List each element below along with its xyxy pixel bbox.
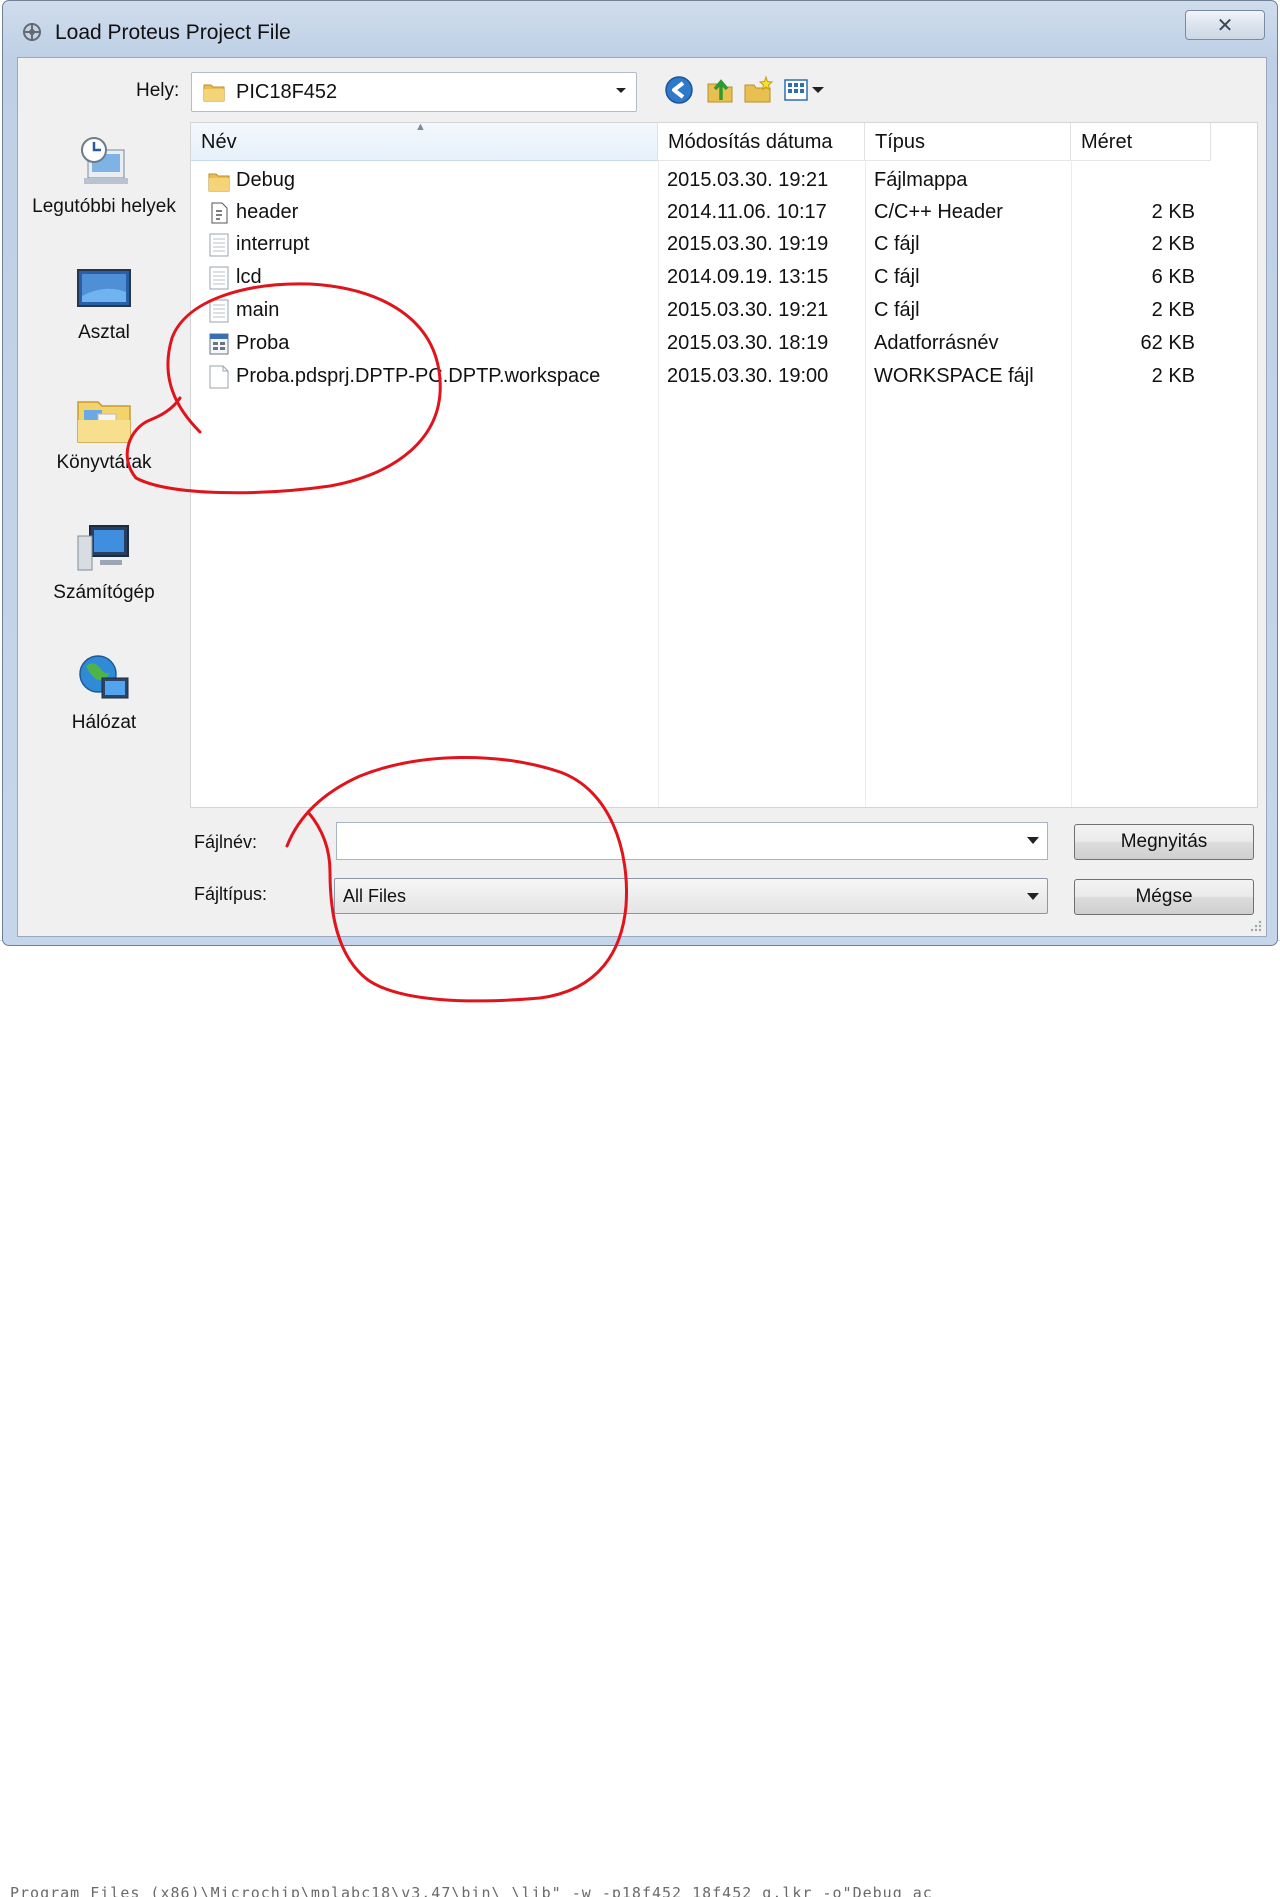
text-file-icon [209, 266, 229, 290]
file-name: main [236, 299, 280, 321]
file-name: Proba [236, 332, 290, 354]
file-date: 2015.03.30. 19:00 [667, 365, 829, 387]
column-name-label: Név [201, 131, 237, 153]
background-code-line: Program Files (x86)\Microchip\mplabc18\v… [10, 1884, 933, 1897]
file-date: 2014.11.06. 10:17 [667, 201, 827, 223]
title-bar[interactable]: Load Proteus Project File ✕ [3, 1, 1277, 57]
file-name: interrupt [236, 233, 310, 255]
desktop-icon [77, 269, 131, 307]
file-date: 2015.03.30. 19:19 [667, 233, 829, 255]
chevron-down-icon [616, 88, 626, 93]
column-header-type[interactable]: Típus [865, 123, 1071, 161]
file-date: 2015.03.30. 18:19 [667, 332, 829, 354]
up-folder-icon[interactable] [704, 74, 736, 106]
place-recent[interactable]: Legutóbbi helyek [18, 132, 190, 220]
file-type: C fájl [874, 233, 920, 255]
back-arrow-icon[interactable] [663, 74, 695, 106]
file-size: 2 KB [1151, 365, 1195, 387]
place-network[interactable]: Hálózat [18, 650, 190, 736]
place-label: Számítógép [53, 582, 155, 603]
dialog-client-area: Hely: PIC18F452 Legutóbbi helyek Asztal … [17, 57, 1267, 937]
place-label: Asztal [78, 322, 130, 343]
file-row[interactable]: header 2014.11.06. 10:17 C/C++ Header 2 … [191, 197, 1251, 229]
recent-places-icon [81, 137, 128, 184]
proteus-app-icon [23, 23, 41, 41]
column-header-name[interactable]: Név ▲ [191, 121, 658, 161]
place-libraries[interactable]: Könyvtárak [18, 394, 190, 476]
file-date: 2014.09.19. 13:15 [667, 266, 829, 288]
filename-input[interactable] [339, 825, 1009, 857]
cancel-button[interactable]: Mégse [1074, 879, 1254, 915]
location-combo[interactable]: PIC18F452 [191, 72, 637, 112]
file-name: Debug [236, 169, 295, 191]
network-icon [79, 655, 129, 699]
file-row[interactable]: lcd 2014.09.19. 13:15 C fájl 6 KB [191, 262, 1251, 294]
chevron-down-icon[interactable] [1027, 837, 1039, 844]
folder-icon [203, 84, 225, 102]
file-type: C fájl [874, 299, 920, 321]
filetype-select[interactable]: All Files [334, 878, 1048, 914]
file-type: WORKSPACE fájl [874, 365, 1034, 387]
file-type: C/C++ Header [874, 201, 1003, 223]
location-label: Hely: [136, 80, 180, 101]
resize-grip-icon[interactable] [1250, 920, 1262, 932]
file-type: Adatforrásnév [874, 332, 999, 354]
computer-icon [77, 525, 129, 571]
sort-ascending-icon: ▲ [415, 121, 426, 133]
file-date: 2015.03.30. 19:21 [667, 169, 829, 191]
data-source-icon [209, 333, 229, 355]
file-name: Proba.pdsprj.DPTP-PC.DPTP.workspace [236, 365, 601, 387]
column-header-size[interactable]: Méret [1071, 123, 1211, 161]
file-name: header [236, 201, 299, 223]
folder-icon [208, 173, 230, 192]
libraries-icon [77, 401, 131, 443]
file-row[interactable]: main 2015.03.30. 19:21 C fájl 2 KB [191, 295, 1251, 327]
places-bar: Legutóbbi helyek Asztal Könyvtárak Számí… [18, 118, 190, 938]
text-file-icon [209, 299, 229, 323]
filetype-label: Fájltípus: [194, 884, 268, 904]
file-name: lcd [236, 266, 262, 288]
column-header-date[interactable]: Módosítás dátuma [658, 123, 865, 161]
place-label: Legutóbbi helyek [32, 196, 176, 217]
blank-file-icon [209, 365, 229, 389]
filetype-value: All Files [343, 886, 407, 906]
close-button[interactable]: ✕ [1185, 10, 1265, 40]
filename-label: Fájlnév: [194, 832, 258, 852]
new-folder-icon[interactable] [742, 74, 774, 106]
place-computer[interactable]: Számítógép [18, 522, 190, 606]
background-editor: Program Files (x86)\Microchip\mplabc18\v… [0, 940, 1280, 1897]
open-button[interactable]: Megnyitás [1074, 824, 1254, 860]
place-desktop[interactable]: Asztal [18, 266, 190, 346]
file-size: 2 KB [1151, 201, 1195, 223]
column-type-label: Típus [875, 131, 926, 153]
location-value: PIC18F452 [236, 81, 338, 103]
filename-combo[interactable] [336, 822, 1048, 860]
view-menu-icon [784, 79, 824, 101]
file-row[interactable]: Proba.pdsprj.DPTP-PC.DPTP.workspace 2015… [191, 361, 1251, 393]
file-row[interactable]: interrupt 2015.03.30. 19:19 C fájl 2 KB [191, 229, 1251, 261]
dialog-title: Load Proteus Project File [55, 21, 291, 44]
text-file-icon [209, 233, 229, 257]
file-size: 6 KB [1151, 266, 1195, 288]
view-menu-button[interactable] [782, 74, 830, 106]
file-size: 2 KB [1151, 233, 1195, 255]
file-date: 2015.03.30. 19:21 [667, 299, 829, 321]
file-type: C fájl [874, 266, 920, 288]
file-row[interactable]: Proba 2015.03.30. 18:19 Adatforrásnév 62… [191, 328, 1251, 360]
place-label: Könyvtárak [56, 452, 152, 473]
file-row[interactable]: Debug 2015.03.30. 19:21 Fájlmappa [191, 165, 1251, 197]
place-label: Hálózat [71, 712, 137, 733]
file-list[interactable]: Név ▲ Módosítás dátuma Típus Méret Debug [190, 121, 1258, 808]
header-file-icon [211, 202, 228, 224]
chevron-down-icon [1027, 893, 1039, 900]
open-file-dialog: Load Proteus Project File ✕ Hely: PIC18F… [2, 0, 1278, 946]
column-size-label: Méret [1081, 131, 1133, 153]
file-type: Fájlmappa [874, 169, 968, 191]
file-size: 62 KB [1140, 332, 1195, 354]
file-size: 2 KB [1151, 299, 1195, 321]
close-icon: ✕ [1216, 14, 1234, 37]
column-date-label: Módosítás dátuma [668, 131, 833, 153]
